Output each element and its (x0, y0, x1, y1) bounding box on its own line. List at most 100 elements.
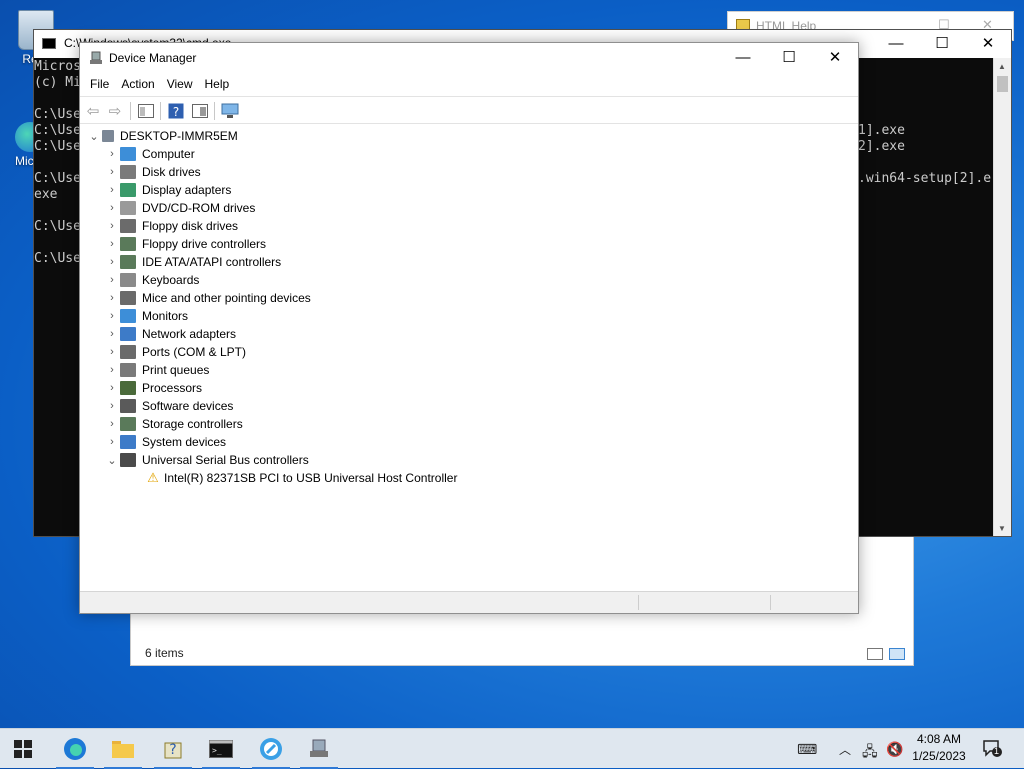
chevron-right-icon[interactable]: › (104, 436, 120, 448)
chevron-right-icon[interactable]: › (104, 148, 120, 160)
minimize-button[interactable]: — (720, 43, 766, 73)
status-bar (80, 591, 858, 613)
menu-file[interactable]: File (84, 73, 115, 95)
tree-category[interactable]: › Processors (104, 379, 202, 397)
tree-category[interactable]: › Monitors (104, 307, 188, 325)
tree-root[interactable]: ⌄ DESKTOP-IMMR5EM (86, 127, 237, 145)
close-button[interactable]: ✕ (965, 31, 1011, 57)
large-icons-view-icon[interactable] (889, 648, 905, 660)
chevron-right-icon[interactable]: › (104, 418, 120, 430)
item-count-status: 6 items (145, 646, 184, 660)
network-adapter-icon (120, 327, 136, 341)
menu-action[interactable]: Action (115, 73, 160, 95)
title-bar[interactable]: Device Manager — ☐ ✕ (80, 43, 858, 73)
chevron-right-icon[interactable]: › (104, 238, 120, 250)
chevron-down-icon[interactable]: ⌄ (104, 454, 120, 467)
tree-category[interactable]: › Keyboards (104, 271, 199, 289)
tree-category[interactable]: › Mice and other pointing devices (104, 289, 311, 307)
console-line-fragment (858, 155, 991, 171)
device-manager-window[interactable]: Device Manager — ☐ ✕ File Action View He… (79, 42, 859, 614)
tree-category[interactable]: › Computer (104, 145, 195, 163)
scroll-up-icon[interactable]: ▲ (998, 62, 1006, 71)
chevron-right-icon[interactable]: › (104, 328, 120, 340)
details-view-icon[interactable] (867, 648, 883, 660)
tree-category[interactable]: › Floppy disk drives (104, 217, 238, 235)
scroll-down-icon[interactable]: ▼ (998, 524, 1006, 533)
tree-category-label: IDE ATA/ATAPI controllers (142, 255, 282, 269)
chevron-down-icon[interactable]: ⌄ (86, 130, 102, 143)
terminal-icon (42, 38, 56, 49)
chevron-right-icon[interactable]: › (104, 364, 120, 376)
chevron-right-icon[interactable]: › (104, 256, 120, 268)
storage-controller-icon (120, 417, 136, 431)
forward-icon[interactable]: ⇨ (105, 101, 125, 121)
tree-category[interactable]: › Disk drives (104, 163, 201, 181)
console-scrollbar[interactable]: ▲ ▼ (993, 58, 1011, 536)
tree-category[interactable]: › System devices (104, 433, 226, 451)
menu-view[interactable]: View (161, 73, 199, 95)
port-icon (120, 345, 136, 359)
network-icon[interactable]: 🖧 (862, 741, 878, 765)
tree-category-label: Software devices (142, 399, 234, 413)
system-devices-icon (120, 435, 136, 449)
view-toggle (867, 648, 905, 660)
volume-muted-icon[interactable]: 🔇 (886, 741, 903, 758)
tree-category-label: Print queues (142, 363, 210, 377)
chevron-right-icon[interactable]: › (104, 292, 120, 304)
chevron-right-icon[interactable]: › (104, 220, 120, 232)
minimize-button[interactable]: — (873, 31, 919, 57)
svg-text:?: ? (169, 742, 176, 758)
chevron-right-icon[interactable]: › (104, 382, 120, 394)
maximize-button[interactable]: ☐ (919, 31, 965, 57)
taskbar-html-help[interactable]: ? (150, 729, 196, 769)
help-icon[interactable]: ? (166, 101, 186, 121)
close-button[interactable]: ✕ (812, 43, 858, 73)
chevron-right-icon[interactable]: › (104, 184, 120, 196)
keyboard-layout-icon[interactable]: ⌨ (797, 741, 817, 758)
tree-category[interactable]: › Software devices (104, 397, 233, 415)
device-tree[interactable]: ⌄ DESKTOP-IMMR5EM › Computer › Disk drives › Di… (80, 126, 858, 590)
taskbar-device-manager[interactable] (296, 729, 342, 769)
taskbar-file-explorer[interactable] (100, 729, 146, 769)
svg-text:>_: >_ (212, 746, 222, 755)
tree-device[interactable]: ⚠ Intel(R) 82371SB PCI to USB Universal H… (146, 469, 457, 487)
taskbar-cmd[interactable]: >_ (198, 729, 244, 769)
notification-center-button[interactable]: 1 (982, 739, 1004, 759)
chevron-up-icon[interactable]: ︿ (839, 741, 851, 758)
start-button[interactable] (0, 729, 46, 769)
console-line-fragment: 1].exe (858, 123, 905, 138)
scan-hardware-icon[interactable] (220, 101, 240, 121)
chevron-right-icon[interactable]: › (104, 202, 120, 214)
chevron-right-icon[interactable]: › (104, 310, 120, 322)
tree-category[interactable]: › DVD/CD-ROM drives (104, 199, 255, 217)
show-hide-tree-icon[interactable] (136, 101, 156, 121)
chevron-right-icon[interactable]: › (104, 346, 120, 358)
tree-category[interactable]: › Network adapters (104, 325, 236, 343)
scrollbar-thumb[interactable] (997, 76, 1008, 92)
chevron-right-icon[interactable]: › (104, 274, 120, 286)
properties-icon[interactable] (190, 101, 210, 121)
tree-category[interactable]: ⌄ Universal Serial Bus controllers (104, 451, 309, 469)
tree-category[interactable]: › Print queues (104, 361, 209, 379)
software-device-icon (120, 399, 136, 413)
chevron-right-icon[interactable]: › (104, 400, 120, 412)
tree-category[interactable]: › Ports (COM & LPT) (104, 343, 246, 361)
tree-category[interactable]: › Storage controllers (104, 415, 243, 433)
back-icon[interactable]: ⇦ (83, 101, 103, 121)
tree-category[interactable]: › Floppy drive controllers (104, 235, 266, 253)
tree-category-label: Display adapters (142, 183, 232, 197)
tree-category[interactable]: › IDE ATA/ATAPI controllers (104, 253, 281, 271)
ide-controller-icon (120, 255, 136, 269)
clock[interactable]: 4:08 AM 1/25/2023 (906, 732, 972, 763)
disk-drive-icon (120, 165, 136, 179)
taskbar-app[interactable] (248, 729, 294, 769)
device-manager-icon (90, 51, 102, 64)
taskbar-edge[interactable] (52, 729, 98, 769)
tree-category[interactable]: › Display adapters (104, 181, 231, 199)
menu-help[interactable]: Help (199, 73, 236, 95)
tree-category-label: Computer (142, 147, 195, 161)
monitor-icon (120, 309, 136, 323)
chevron-right-icon[interactable]: › (104, 166, 120, 178)
maximize-button[interactable]: ☐ (766, 43, 812, 73)
menu-bar: File Action View Help (80, 73, 858, 95)
